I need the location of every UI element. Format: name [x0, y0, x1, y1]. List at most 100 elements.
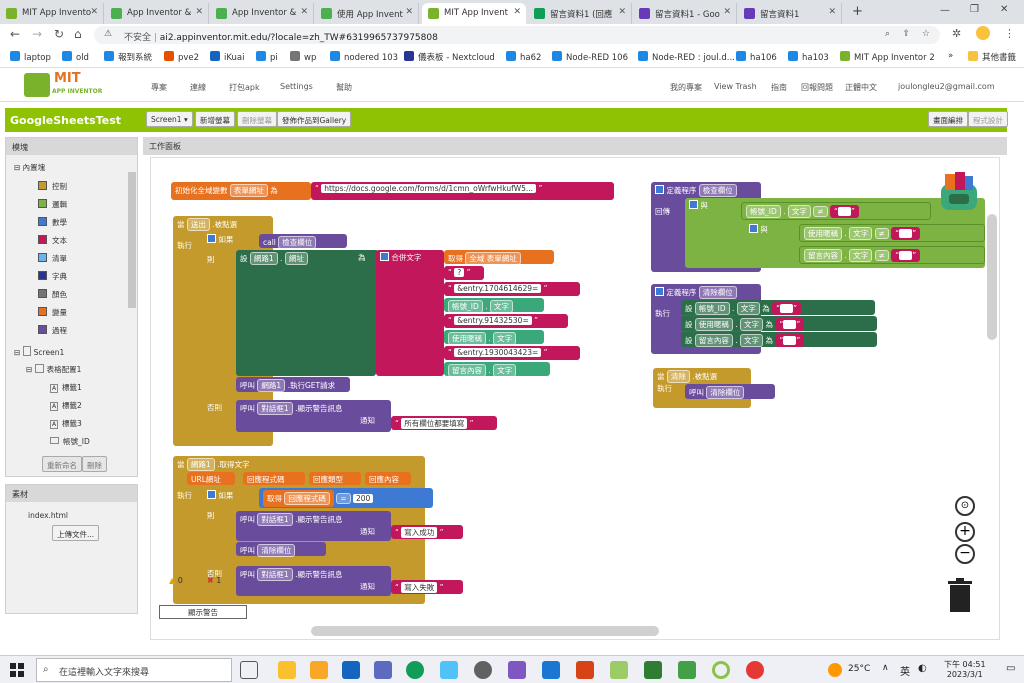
vertical-scrollbar[interactable] [987, 214, 997, 340]
join-text-block[interactable]: 合併文字 [376, 250, 444, 376]
component-textbox[interactable]: 帳號_ID [50, 436, 90, 447]
extensions-icon[interactable]: ✲ [952, 27, 961, 40]
string-block[interactable]: “ 寫入成功 ” [391, 525, 463, 539]
bookmark[interactable]: ha103 [788, 51, 829, 63]
menu-settings[interactable]: Settings [280, 82, 313, 91]
notifier-alert-call[interactable]: 呼叫 對話框1 .顯示警告訊息 通知 [236, 400, 391, 432]
category-dictionary[interactable]: 字典 [38, 271, 67, 282]
language-select[interactable]: 正體中文 [845, 82, 877, 93]
app-icon[interactable] [712, 661, 730, 679]
account-menu[interactable]: joulongleu2@gmail.com [898, 82, 995, 91]
event-param[interactable]: 回應類型 [309, 472, 361, 485]
bookmark[interactable]: Node-RED 106 [552, 51, 628, 63]
settings-icon[interactable] [474, 661, 492, 679]
close-icon[interactable]: ✕ [828, 7, 836, 17]
set-web-url-block[interactable]: 設 網路1 . 網址 [236, 250, 376, 376]
get-param-block[interactable]: 取得 回應程式碼 [263, 490, 334, 507]
my-projects-link[interactable]: 我的專案 [670, 82, 702, 93]
category-procedures[interactable]: 過程 [38, 325, 67, 336]
app-icon[interactable] [374, 661, 392, 679]
menu-icon[interactable]: ⋮ [1004, 27, 1015, 40]
ime-indicator[interactable]: 英 [900, 663, 910, 678]
close-icon[interactable]: ✕ [90, 7, 98, 17]
browser-tab[interactable]: App Inventor & ✕ [105, 3, 209, 24]
compare-block[interactable]: 留言內容 . 文字 ≠ “ ” [799, 246, 985, 264]
component-label[interactable]: A 標籤1 [50, 382, 82, 393]
folder-icon[interactable] [310, 661, 328, 679]
home-icon[interactable]: ⌂ [74, 27, 82, 41]
back-icon[interactable]: ← [10, 27, 20, 41]
chrome-icon[interactable] [746, 661, 764, 679]
word-icon[interactable] [542, 661, 560, 679]
close-icon[interactable]: ✕ [195, 7, 203, 17]
global-var-block[interactable]: 初始化全域變數 表單網址 為 [171, 182, 311, 200]
browser-tab[interactable]: 留言資料1 ✕ [738, 3, 842, 24]
excel-icon[interactable] [644, 661, 662, 679]
close-icon[interactable]: ✕ [405, 7, 413, 17]
app-icon[interactable] [440, 661, 458, 679]
string-block[interactable]: “ &entry.91432530= ” [444, 314, 568, 328]
delete-button[interactable]: 刪除 [82, 456, 107, 472]
set-textbox-block[interactable]: 設 帳號_ID . 文字 為 “ ” [681, 300, 875, 315]
ime-mode-icon[interactable]: ◐ [918, 663, 927, 674]
call-clear-proc[interactable]: 呼叫 清除欄位 [236, 542, 326, 557]
blocks-workspace[interactable]: 初始化全域變數 表單網址 為 “ https://docs.google.com… [150, 157, 1000, 640]
bookmark[interactable]: wp [290, 51, 316, 63]
powerpoint-icon[interactable] [576, 661, 594, 679]
bookmark[interactable]: iKuai [210, 51, 244, 63]
upload-button[interactable]: 上傳文件... [52, 525, 100, 541]
textbox-text-getter[interactable]: 使用暱稱 . 文字 [444, 330, 544, 345]
horizontal-scrollbar[interactable] [311, 626, 659, 636]
task-view-icon[interactable] [240, 661, 258, 679]
warning-indicator[interactable]: ▲ 0 [169, 576, 183, 585]
textbox-text-getter[interactable]: 留言內容 . 文字 [444, 362, 550, 377]
trash-icon[interactable] [948, 578, 972, 612]
close-icon[interactable]: ✕ [300, 7, 308, 17]
bookmark[interactable]: laptop [10, 51, 51, 63]
get-global-block[interactable]: 取得 全域 表單網址 [444, 250, 554, 265]
zoom-out-icon[interactable]: − [955, 544, 975, 564]
number-block[interactable]: 200 [352, 494, 374, 503]
recenter-icon[interactable]: ⊙ [955, 496, 975, 516]
browser-tab[interactable]: 留言資料1 (回應 ✕ [528, 3, 632, 24]
bookmark[interactable]: ha106 [736, 51, 777, 63]
publish-gallery-button[interactable]: 發佈作品到Gallery [277, 111, 352, 127]
compare-block[interactable]: 帳號_ID . 文字 ≠ “ ” [741, 202, 931, 220]
weather-icon[interactable] [828, 663, 842, 677]
tray-chevron-icon[interactable]: ∧ [882, 663, 889, 673]
designer-button[interactable]: 畫面編排 [928, 111, 968, 127]
zoom-icon[interactable]: ⌕ [885, 29, 890, 39]
category-math[interactable]: 數學 [38, 217, 67, 228]
screen-select[interactable]: Screen1 ▾ [146, 111, 193, 127]
star-icon[interactable]: ☆ [922, 29, 930, 39]
url-bar[interactable]: ⚠ 不安全 | ai2.appinventor.mit.edu/?locale=… [94, 26, 940, 44]
browser-tab[interactable]: MIT App Invento ✕ [0, 3, 104, 24]
clock[interactable]: 下午 04:51 2023/3/1 [944, 659, 986, 679]
call-clear-proc[interactable]: 呼叫 清除欄位 [685, 384, 775, 399]
weather-temp[interactable]: 25°C [848, 664, 870, 674]
string-block[interactable]: “ &entry.1930043423= ” [444, 346, 580, 360]
view-trash-link[interactable]: View Trash [714, 82, 757, 91]
rename-button[interactable]: 重新命名 [42, 456, 82, 472]
category-text[interactable]: 文本 [38, 235, 67, 246]
app-icon[interactable] [610, 661, 628, 679]
category-variables[interactable]: 變量 [38, 307, 67, 318]
string-block[interactable]: “ &entry.1704614629= ” [444, 282, 580, 296]
bookmark[interactable]: 報到系統 [104, 51, 152, 63]
string-block[interactable]: “ 寫入失敗 ” [391, 580, 463, 594]
event-param[interactable]: 回應程式碼 [243, 472, 305, 485]
new-tab-button[interactable]: + [852, 4, 863, 19]
reload-icon[interactable]: ↻ [54, 27, 64, 41]
menu-build[interactable]: 打包apk [229, 82, 260, 93]
textbox-text-getter[interactable]: 帳號_ID . 文字 [444, 298, 544, 313]
backpack-icon[interactable] [937, 170, 981, 214]
category-logic[interactable]: 邏輯 [38, 199, 67, 210]
error-indicator[interactable]: ✖ 1 [207, 576, 221, 585]
share-icon[interactable]: ⇪ [902, 29, 910, 39]
browser-tab-active[interactable]: MIT App Invent ✕ [422, 3, 526, 24]
other-bookmarks[interactable]: 其他書籤 [968, 51, 1016, 63]
builtin-tree-node[interactable]: ⊟ 內置塊 [14, 162, 45, 173]
close-icon[interactable]: ✕ [513, 7, 521, 17]
minimize-icon[interactable]: — [940, 5, 950, 16]
event-param[interactable]: URL網址 [187, 472, 235, 485]
